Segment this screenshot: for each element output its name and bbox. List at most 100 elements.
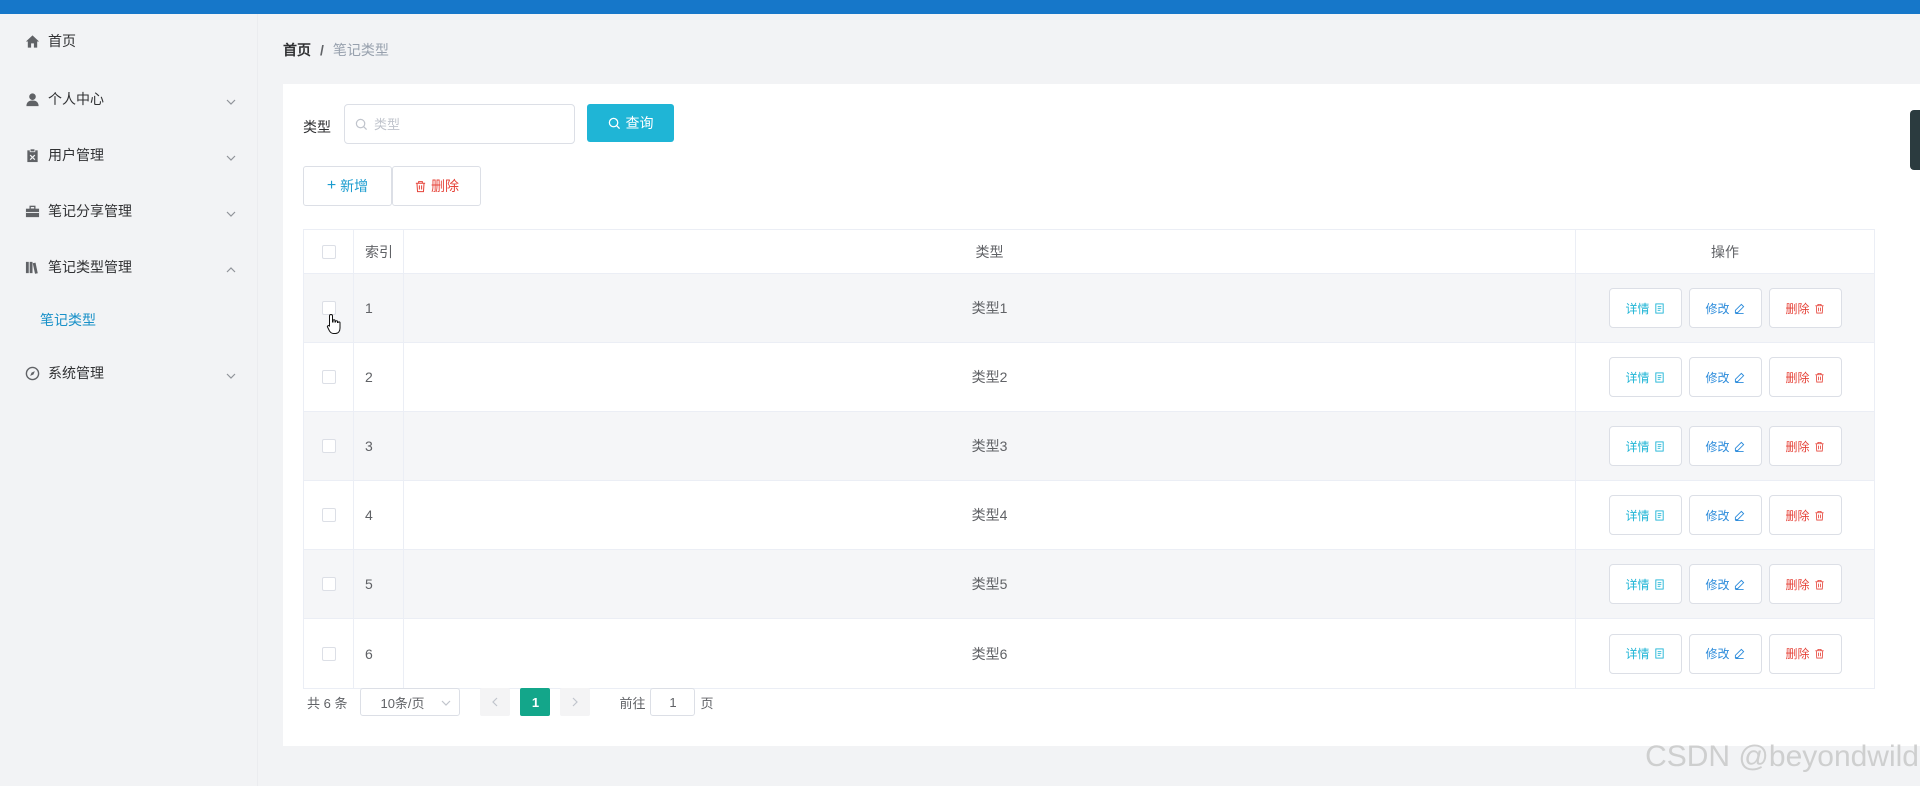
row-index: 2 (354, 343, 404, 411)
header-checkbox-cell (304, 230, 354, 273)
edit-button-label: 修改 (1705, 370, 1730, 385)
sidebar-item-label: 系统管理 (48, 365, 104, 381)
table-header: 索引 类型 操作 (304, 230, 1874, 274)
edit-button-label: 修改 (1705, 439, 1730, 454)
query-button-label: 查询 (625, 115, 654, 131)
row-checkbox[interactable] (321, 439, 336, 453)
delete-button-label: 删除 (1785, 577, 1810, 592)
delete-button-label: 删除 (1785, 647, 1810, 661)
sidebar-item-label: 首页 (48, 33, 76, 49)
edit-button[interactable]: 修改 (1688, 495, 1762, 535)
add-button-label: 新增 (340, 178, 369, 194)
batch-delete-button[interactable]: 删除 (392, 166, 481, 206)
search-input[interactable] (374, 116, 554, 132)
detail-button[interactable]: 详情 (1608, 633, 1682, 674)
add-button[interactable]: + 新增 (303, 166, 392, 206)
detail-button[interactable]: 详情 (1608, 495, 1682, 535)
detail-button[interactable]: 详情 (1608, 357, 1682, 397)
row-ops: 详情 修改 删除 (1576, 481, 1874, 549)
sidebar-item-note-type-management[interactable]: 笔记类型管理 (0, 247, 258, 287)
delete-button[interactable]: 删除 (1768, 495, 1842, 535)
query-button[interactable]: 查询 (587, 104, 674, 142)
goto-suffix: 页 (700, 695, 714, 711)
edit-button[interactable]: 修改 (1688, 426, 1762, 466)
batch-delete-button-label: 删除 (431, 178, 459, 194)
table-row: 5 类型5 详情 修改 删除 (304, 550, 1874, 619)
pencil-icon (1734, 579, 1744, 590)
sidebar: 首页 个人中心 用户管理 笔记分享管理 笔记类型管理 笔记类型 系统管理 (0, 14, 258, 786)
delete-button[interactable]: 删除 (1768, 564, 1842, 604)
edit-button-label: 修改 (1705, 508, 1730, 523)
row-checkbox[interactable] (321, 646, 336, 661)
sidebar-subitem-note-type[interactable]: 笔记类型 (0, 300, 258, 340)
chevron-down-icon (442, 700, 451, 706)
row-type: 类型4 (404, 481, 1576, 549)
column-header-ops: 操作 (1711, 243, 1739, 260)
row-type: 类型5 (404, 550, 1576, 618)
pagination: 共 6 条 10条/页 1 前往 页 (303, 687, 714, 717)
row-checkbox[interactable] (321, 370, 336, 384)
hand-cursor-icon (326, 313, 341, 334)
row-index: 4 (354, 481, 404, 549)
edit-button[interactable]: 修改 (1688, 357, 1762, 397)
sidebar-item-system-management[interactable]: 系统管理 (0, 353, 258, 393)
home-icon (24, 33, 40, 49)
delete-button-label: 删除 (1785, 508, 1810, 523)
books-icon (24, 259, 40, 275)
top-bar (0, 0, 1920, 14)
search-icon (608, 117, 620, 129)
row-checkbox[interactable] (321, 577, 336, 591)
trash-icon (1814, 303, 1824, 313)
detail-button[interactable]: 详情 (1608, 426, 1682, 466)
trash-icon (1814, 579, 1824, 589)
sidebar-item-home[interactable]: 首页 (0, 21, 258, 61)
chevron-up-icon (226, 262, 236, 273)
search-field[interactable] (344, 104, 575, 144)
compass-icon (24, 365, 40, 381)
breadcrumb-home[interactable]: 首页 (283, 40, 311, 60)
row-checkbox-cell (304, 274, 354, 342)
row-ops: 详情 修改 删除 (1576, 343, 1874, 411)
detail-button-label: 详情 (1625, 577, 1650, 592)
page-number-current[interactable]: 1 (520, 688, 551, 716)
delete-button-label: 删除 (1785, 301, 1810, 316)
detail-button[interactable]: 详情 (1608, 288, 1682, 328)
table-row: 2 类型2 详情 修改 删除 (304, 343, 1874, 412)
clipboard-icon (24, 147, 40, 163)
table-body: 1 类型1 详情 修改 删除 2 类型2 详情 修改 删除 3 类型3 详情 修… (304, 274, 1874, 688)
row-checkbox-cell (304, 412, 354, 480)
prev-page-button[interactable] (480, 688, 511, 716)
watermark: CSDN @beyondwild (1645, 740, 1919, 773)
sidebar-item-user-management[interactable]: 用户管理 (0, 135, 258, 175)
goto-page-input[interactable] (650, 688, 696, 716)
content-panel: 类型 查询 + 新增 删除 索引 类型 操作 1 类型1 (283, 84, 1920, 746)
trash-icon (1814, 510, 1824, 520)
detail-button-label: 详情 (1625, 439, 1650, 454)
delete-button-label: 删除 (1785, 439, 1810, 454)
detail-button[interactable]: 详情 (1608, 564, 1682, 604)
side-widget-tab[interactable] (1910, 110, 1920, 170)
row-type: 类型2 (404, 343, 1576, 411)
delete-button[interactable]: 删除 (1768, 426, 1842, 466)
edit-button[interactable]: 修改 (1688, 564, 1762, 604)
detail-button-label: 详情 (1625, 508, 1650, 523)
row-checkbox-cell (304, 481, 354, 549)
delete-button[interactable]: 删除 (1768, 633, 1842, 674)
delete-button[interactable]: 删除 (1768, 288, 1842, 328)
row-checkbox[interactable] (321, 508, 336, 522)
sidebar-item-label: 笔记分享管理 (48, 203, 132, 219)
sidebar-item-label: 笔记类型管理 (48, 259, 132, 275)
edit-button[interactable]: 修改 (1688, 633, 1762, 674)
pencil-icon (1734, 441, 1744, 452)
sidebar-item-note-share-management[interactable]: 笔记分享管理 (0, 191, 258, 231)
edit-button[interactable]: 修改 (1688, 288, 1762, 328)
sidebar-item-label: 用户管理 (48, 147, 104, 163)
row-type: 类型6 (404, 619, 1576, 688)
page-size-select[interactable]: 10条/页 (360, 688, 461, 716)
select-all-checkbox[interactable] (321, 244, 336, 259)
column-header-type: 类型 (404, 230, 1576, 273)
chevron-down-icon (226, 94, 236, 105)
delete-button[interactable]: 删除 (1768, 357, 1842, 397)
next-page-button[interactable] (560, 688, 591, 716)
sidebar-item-personal-center[interactable]: 个人中心 (0, 79, 258, 119)
